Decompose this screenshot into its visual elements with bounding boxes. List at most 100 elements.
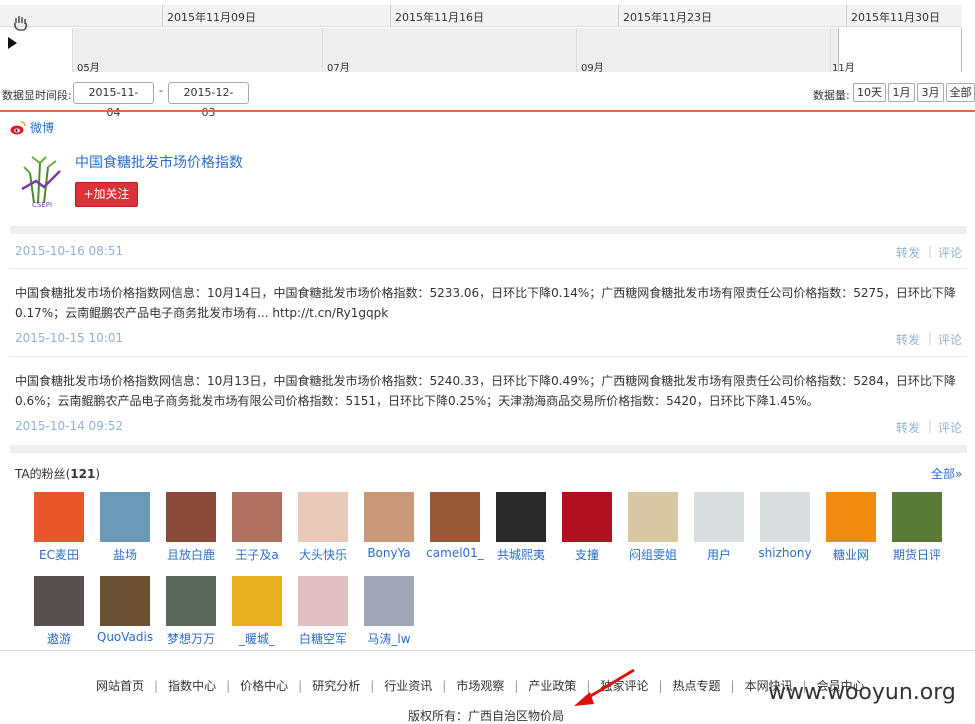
- fan-name[interactable]: 王子及a: [226, 546, 288, 563]
- fan-item[interactable]: shizhony: [754, 492, 816, 560]
- repost-link[interactable]: 转发: [896, 244, 920, 261]
- fan-name[interactable]: 且放白鹿: [160, 546, 222, 563]
- fan-item[interactable]: 支撞: [556, 492, 618, 563]
- fan-item[interactable]: 遨游: [28, 576, 90, 647]
- fan-avatar[interactable]: [628, 492, 678, 542]
- comment-link[interactable]: 评论: [938, 331, 962, 348]
- comment-link[interactable]: 评论: [938, 419, 962, 436]
- timeline-track[interactable]: [72, 28, 962, 72]
- footer-nav-item[interactable]: 指数中心: [168, 679, 216, 693]
- fan-avatar[interactable]: [826, 492, 876, 542]
- zoom-all-button[interactable]: 全部: [946, 83, 975, 102]
- fan-avatar[interactable]: [166, 492, 216, 542]
- fan-name[interactable]: 盐场: [94, 546, 156, 563]
- zoom-3m-button[interactable]: 3月: [917, 83, 944, 102]
- fan-avatar[interactable]: [298, 576, 348, 626]
- footer-nav-item[interactable]: 行业资讯: [384, 679, 432, 693]
- fan-item[interactable]: 白糖空军: [292, 576, 354, 647]
- repost-link[interactable]: 转发: [896, 331, 920, 348]
- fan-name[interactable]: 共城熙夷: [490, 546, 552, 563]
- fan-avatar[interactable]: [496, 492, 546, 542]
- fan-avatar[interactable]: [364, 492, 414, 542]
- fan-item[interactable]: _暖城_: [226, 576, 288, 647]
- post-link[interactable]: http://t.cn/Ry1gqpk: [272, 306, 388, 320]
- timeline-navigator[interactable]: 2015年11月09日 2015年11月16日 2015年11月23日 2015…: [0, 0, 975, 76]
- fan-item[interactable]: 马涛_lw: [358, 576, 420, 647]
- fan-name[interactable]: 马涛_lw: [358, 630, 420, 647]
- fan-item[interactable]: 糖业网: [820, 492, 882, 563]
- fan-item[interactable]: 期货日评: [886, 492, 948, 563]
- fan-item[interactable]: camel01_: [424, 492, 486, 560]
- fan-avatar[interactable]: [364, 576, 414, 626]
- comment-link[interactable]: 评论: [938, 244, 962, 261]
- range-dash: -: [159, 84, 163, 97]
- fan-item[interactable]: 盐场: [94, 492, 156, 563]
- fan-name[interactable]: 糖业网: [820, 546, 882, 563]
- post-date[interactable]: 2015-10-16 08:51: [15, 244, 123, 258]
- fan-name[interactable]: 闷组雯姐: [622, 546, 684, 563]
- fan-avatar[interactable]: [166, 576, 216, 626]
- fan-avatar[interactable]: [100, 576, 150, 626]
- fan-avatar[interactable]: [430, 492, 480, 542]
- fan-name[interactable]: QuoVadis: [94, 630, 156, 644]
- fan-name[interactable]: _暖城_: [226, 630, 288, 647]
- axis-date-label: 2015年11月30日: [851, 11, 940, 24]
- post-date[interactable]: 2015-10-15 10:01: [15, 331, 123, 345]
- fan-name[interactable]: shizhony: [754, 546, 816, 560]
- footer-nav-item[interactable]: 价格中心: [240, 679, 288, 693]
- footer-nav-item[interactable]: 热点专题: [673, 679, 721, 693]
- repost-link[interactable]: 转发: [896, 419, 920, 436]
- fan-avatar[interactable]: [34, 576, 84, 626]
- zoom-1m-button[interactable]: 1月: [888, 83, 915, 102]
- follow-button[interactable]: +加关注: [75, 182, 138, 207]
- fan-name[interactable]: 大头快乐: [292, 546, 354, 563]
- fan-avatar[interactable]: [100, 492, 150, 542]
- weibo-label[interactable]: 微博: [30, 121, 54, 135]
- fan-avatar[interactable]: [34, 492, 84, 542]
- month-label: 07月: [327, 63, 350, 74]
- profile-avatar[interactable]: CSEPI: [18, 153, 66, 209]
- footer-nav-item[interactable]: 网站首页: [96, 679, 144, 693]
- fan-name[interactable]: 白糖空军: [292, 630, 354, 647]
- fan-item[interactable]: 闷组雯姐: [622, 492, 684, 563]
- copyright-text: 版权所有：广西自治区物价局: [408, 709, 565, 723]
- fan-name[interactable]: BonyYa: [358, 546, 420, 560]
- fan-item[interactable]: 且放白鹿: [160, 492, 222, 563]
- footer-nav-item[interactable]: 市场观察: [456, 679, 504, 693]
- pan-hand-icon[interactable]: [12, 14, 30, 32]
- zoom-10d-button[interactable]: 10天: [853, 83, 886, 102]
- fan-item[interactable]: QuoVadis: [94, 576, 156, 644]
- fan-avatar[interactable]: [298, 492, 348, 542]
- fan-name[interactable]: camel01_: [424, 546, 486, 560]
- post-divider: [10, 268, 967, 269]
- fan-avatar[interactable]: [232, 492, 282, 542]
- footer-nav-item[interactable]: 研究分析: [312, 679, 360, 693]
- fan-avatar[interactable]: [562, 492, 612, 542]
- annotation-arrow: [574, 668, 635, 706]
- fan-avatar[interactable]: [232, 576, 282, 626]
- fan-name[interactable]: 遨游: [28, 630, 90, 647]
- fan-name[interactable]: 梦想万万: [160, 630, 222, 647]
- timeline-selection-window[interactable]: [838, 28, 962, 72]
- profile-name[interactable]: 中国食糖批发市场价格指数: [75, 152, 243, 172]
- play-icon[interactable]: [8, 37, 17, 49]
- fan-name[interactable]: 支撞: [556, 546, 618, 563]
- fan-avatar[interactable]: [760, 492, 810, 542]
- start-date-input[interactable]: 2015-11-04: [73, 82, 154, 119]
- fan-name[interactable]: 用户: [688, 546, 750, 563]
- fan-name[interactable]: EC麦田: [28, 546, 90, 563]
- fan-avatar[interactable]: [892, 492, 942, 542]
- fan-item[interactable]: BonyYa: [358, 492, 420, 560]
- fan-item[interactable]: 共城熙夷: [490, 492, 552, 563]
- end-date-input[interactable]: 2015-12-03: [168, 82, 249, 119]
- fan-item[interactable]: EC麦田: [28, 492, 90, 563]
- fans-all-link[interactable]: 全部»: [931, 465, 962, 482]
- fan-avatar[interactable]: [694, 492, 744, 542]
- zoom-label: 数据量:: [813, 89, 850, 102]
- fan-name[interactable]: 期货日评: [886, 546, 948, 563]
- fan-item[interactable]: 用户: [688, 492, 750, 563]
- fan-item[interactable]: 王子及a: [226, 492, 288, 563]
- post-date[interactable]: 2015-10-14 09:52: [15, 419, 123, 433]
- fan-item[interactable]: 大头快乐: [292, 492, 354, 563]
- fan-item[interactable]: 梦想万万: [160, 576, 222, 647]
